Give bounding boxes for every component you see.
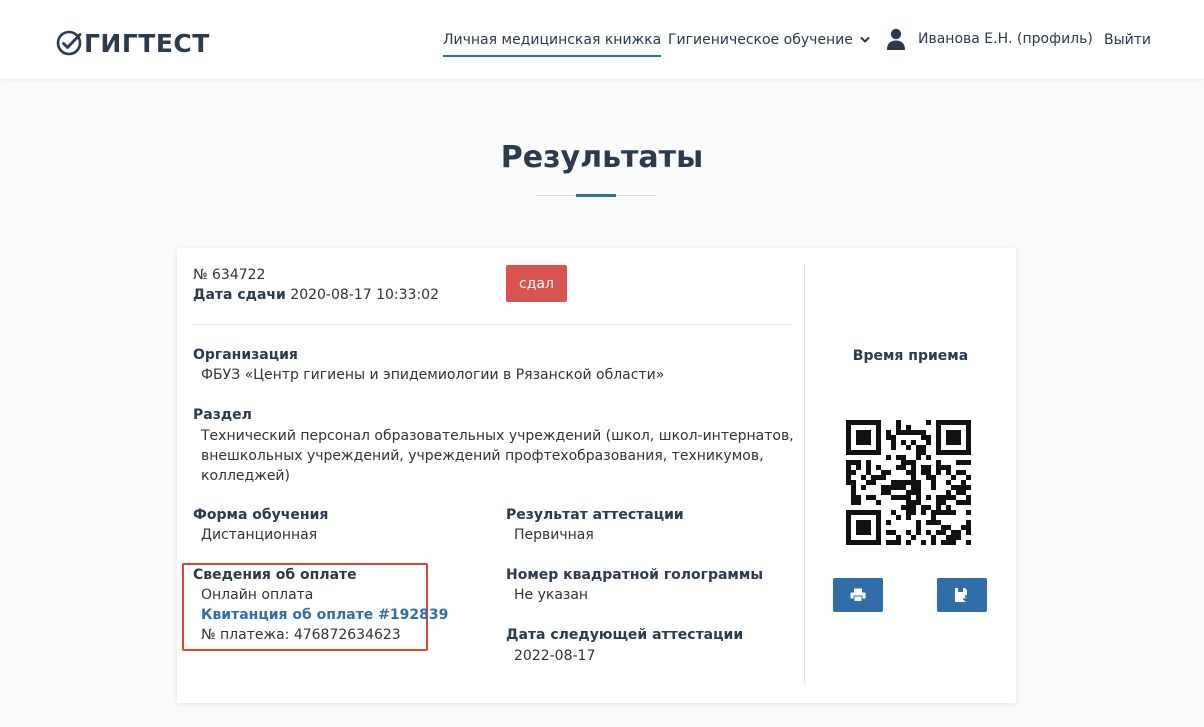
print-icon — [850, 588, 866, 602]
qr-code-image — [846, 420, 971, 545]
logo-text: ГИГТЕСТ — [84, 28, 210, 58]
section-divider — [193, 324, 791, 325]
result-number-label: № — [193, 267, 208, 283]
attestation-result-value: Первичная — [514, 527, 594, 543]
nav-logout[interactable]: Выйти — [1104, 31, 1151, 49]
payment-method: Онлайн оплата — [201, 587, 314, 603]
hologram-label: Номер квадратной голограммы — [506, 567, 763, 583]
organization-label: Организация — [193, 347, 298, 363]
top-navbar: ГИГТЕСТ Личная медицинская книжка Гигиен… — [0, 0, 1204, 80]
result-date: Дата сдачи 2020-08-17 10:33:02 — [193, 285, 439, 305]
result-date-value: 2020-08-17 10:33:02 — [290, 287, 439, 303]
check-circle-icon — [56, 30, 82, 56]
column-divider — [804, 264, 805, 684]
payment-number: № платежа: 476872634623 — [201, 625, 401, 645]
hologram-value: Не указан — [514, 587, 589, 603]
attestation-result-label: Результат аттестации — [506, 507, 684, 523]
section-value-line-2: внешкольных учреждений, учреждений профт… — [201, 448, 764, 464]
status-badge: сдал — [506, 265, 567, 302]
reception-time-label: Время приема — [852, 348, 969, 364]
save-button[interactable] — [937, 578, 987, 612]
chevron-down-icon — [860, 37, 870, 43]
result-date-label: Дата сдачи — [193, 287, 286, 303]
payment-receipt-link[interactable]: Квитанция об оплате #192839 — [201, 605, 448, 625]
user-icon — [887, 28, 905, 50]
payment-number-label: № платежа: — [201, 627, 290, 643]
section-label: Раздел — [193, 407, 252, 423]
organization-value: ФБУЗ «Центр гигиены и эпидемиологии в Ря… — [201, 367, 665, 383]
next-attestation-label: Дата следующей аттестации — [506, 627, 744, 643]
next-attestation-value: 2022-08-17 — [514, 648, 596, 664]
payment-label: Сведения об оплате — [193, 567, 357, 583]
page-title: Результаты — [500, 140, 704, 175]
site-logo[interactable]: ГИГТЕСТ — [56, 28, 210, 58]
nav-hygiene-training-label: Гигиеническое обучение — [668, 32, 853, 48]
result-card: № 634722 Дата сдачи 2020-08-17 10:33:02 … — [177, 248, 1016, 703]
section-value-line-1: Технический персонал образовательных учр… — [201, 428, 794, 444]
qr-code — [833, 408, 985, 556]
nav-medical-book[interactable]: Личная медицинская книжка — [443, 31, 662, 57]
nav-hygiene-training[interactable]: Гигиеническое обучение — [668, 31, 870, 49]
training-form-label: Форма обучения — [193, 507, 329, 523]
nav-user-profile-label: Иванова Е.Н. (профиль) — [918, 31, 1093, 47]
print-button[interactable] — [833, 578, 883, 612]
result-number-value: 634722 — [212, 267, 266, 283]
result-number: № 634722 — [193, 265, 265, 285]
nav-user-profile[interactable]: Иванова Е.Н. (профиль) — [886, 28, 1093, 50]
title-divider-accent — [576, 194, 616, 197]
save-icon — [955, 588, 970, 603]
training-form-value: Дистанционная — [201, 527, 318, 543]
section-value-line-3: колледжей) — [201, 468, 290, 484]
payment-number-value: 476872634623 — [293, 627, 401, 643]
